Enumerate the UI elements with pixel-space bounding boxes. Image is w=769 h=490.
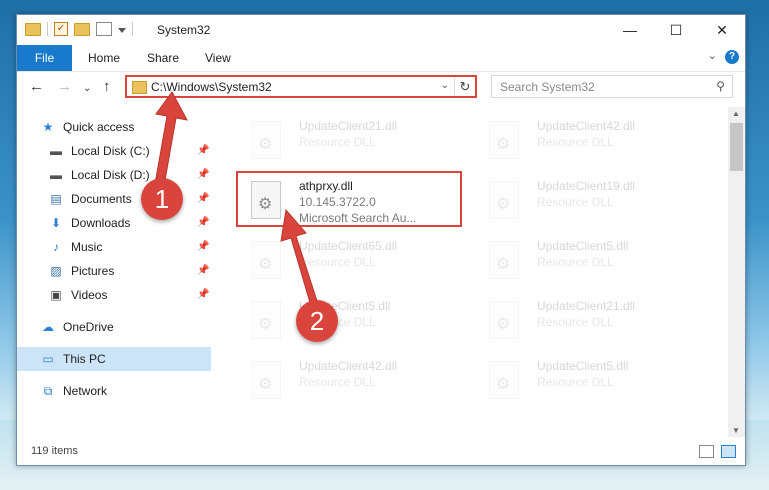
annotation-arrows xyxy=(154,91,319,307)
step-badge-1: 1 xyxy=(141,178,183,220)
annotation-arrow-2 xyxy=(280,208,319,307)
step-badge-2: 2 xyxy=(296,300,338,342)
annotation-arrow-1 xyxy=(154,91,188,187)
